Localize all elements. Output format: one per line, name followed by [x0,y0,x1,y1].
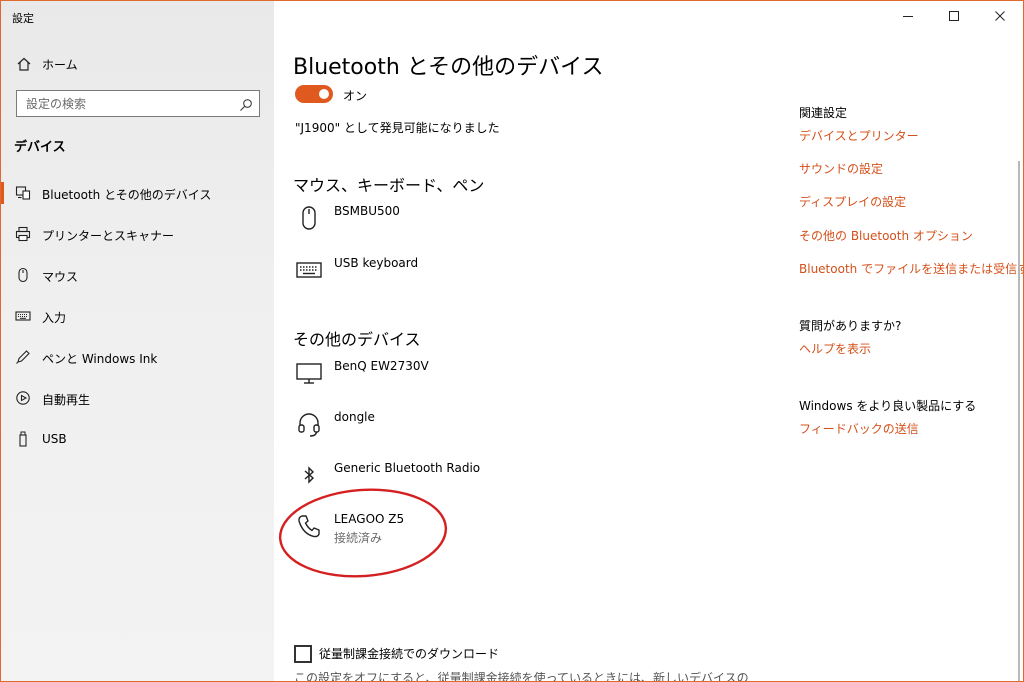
improve-windows-heading: Windows をより良い製品にする [799,399,977,413]
search-input[interactable] [17,91,227,116]
headset-icon [295,410,323,438]
device-name: LEAGOO Z5 [334,512,405,526]
metered-download-checkbox[interactable] [294,645,312,663]
scrollbar[interactable] [1018,161,1020,681]
link-get-help[interactable]: ヘルプを表示 [799,340,871,357]
group-heading-input-devices: マウス、キーボード、ペン [293,176,485,195]
related-settings-heading: 関連設定 [799,106,848,120]
link-more-bluetooth-options[interactable]: その他の Bluetooth オプション [799,227,973,244]
bluetooth-devices-icon [15,185,31,201]
sidebar-item-label: USB [42,432,67,446]
sidebar-item-label: 自動再生 [42,393,91,407]
search-box[interactable] [16,90,260,117]
device-benq-monitor[interactable]: BenQ EW2730V [293,357,593,403]
sidebar-home[interactable]: ホーム [1,51,274,77]
sidebar-item-label: プリンターとスキャナー [42,229,175,243]
sidebar-item-label: Bluetooth とその他のデバイス [42,188,212,202]
device-name: Generic Bluetooth Radio [334,461,481,475]
usb-icon [15,431,31,447]
sidebar-item-pen[interactable]: ペンと Windows Ink [1,341,274,373]
device-name: BenQ EW2730V [334,359,429,373]
mouse-icon [15,267,31,283]
toggle-knob [319,89,329,99]
device-leagoo-z5[interactable]: LEAGOO Z5 接続済み [293,510,593,556]
section-heading-devices: デバイス [14,140,66,155]
sidebar-item-input[interactable]: 入力 [1,300,274,332]
close-icon [995,11,1005,21]
link-sound-settings[interactable]: サウンドの設定 [799,160,883,177]
question-heading: 質問がありますか? [799,319,902,333]
sidebar-item-mouse[interactable]: マウス [1,259,274,291]
bluetooth-icon [295,461,323,489]
sidebar-item-bluetooth[interactable]: Bluetooth とその他のデバイス [1,177,274,209]
device-name: dongle [334,410,375,424]
sidebar-item-label: 入力 [42,311,67,325]
sidebar-item-label: マウス [42,270,79,284]
group-heading-other-devices: その他のデバイス [293,330,421,349]
metered-download-description: この設定をオフにすると、従量制課金接続を使っているときには、新しいデバイスの [294,671,749,682]
autoplay-icon [15,390,31,406]
device-dongle[interactable]: dongle [293,408,593,454]
link-give-feedback[interactable]: フィードバックの送信 [799,420,919,437]
device-usb-keyboard[interactable]: USB keyboard [293,254,593,300]
settings-window: 設定 ホーム デバイス Bluetooth とその他のデバイス [0,0,1024,682]
window-controls [885,1,1023,31]
phone-icon [295,512,323,540]
metered-download-label[interactable]: 従量制課金接続でのダウンロード [319,645,499,662]
close-button[interactable] [977,1,1023,31]
link-display-settings[interactable]: ディスプレイの設定 [799,193,906,210]
maximize-icon [949,11,959,21]
keyboard-icon [15,308,31,324]
sidebar-item-autoplay[interactable]: 自動再生 [1,382,274,414]
sidebar-item-printers[interactable]: プリンターとスキャナー [1,218,274,250]
sidebar-item-label: ペンと Windows Ink [42,352,158,366]
link-bluetooth-file-transfer[interactable]: Bluetooth でファイルを送信または受信する [799,260,1023,277]
keyboard-icon [295,256,323,284]
link-devices-and-printers[interactable]: デバイスとプリンター [799,127,919,144]
sidebar: 設定 ホーム デバイス Bluetooth とその他のデバイス [1,1,274,681]
discoverable-text: "J1900" として発見可能になりました [295,121,500,135]
mouse-icon [295,204,323,232]
page-title: Bluetooth とその他のデバイス [293,55,604,80]
minimize-icon [903,16,913,17]
home-icon [16,56,32,72]
selected-indicator [1,182,4,204]
bluetooth-toggle-state: オン [343,89,368,103]
device-name: USB keyboard [334,256,419,270]
device-status: 接続済み [334,531,383,545]
search-icon[interactable] [239,97,253,111]
bluetooth-toggle[interactable] [295,85,333,103]
sidebar-home-label: ホーム [42,58,78,72]
device-bsmbu500[interactable]: BSMBU500 [293,202,593,248]
pen-icon [15,349,31,365]
minimize-button[interactable] [885,1,931,31]
sidebar-item-usb[interactable]: USB [1,423,274,455]
maximize-button[interactable] [931,1,977,31]
monitor-icon [295,359,323,387]
device-name: BSMBU500 [334,204,400,218]
device-generic-bluetooth-radio[interactable]: Generic Bluetooth Radio [293,459,593,505]
app-title: 設定 [12,12,34,25]
printer-icon [15,226,31,242]
